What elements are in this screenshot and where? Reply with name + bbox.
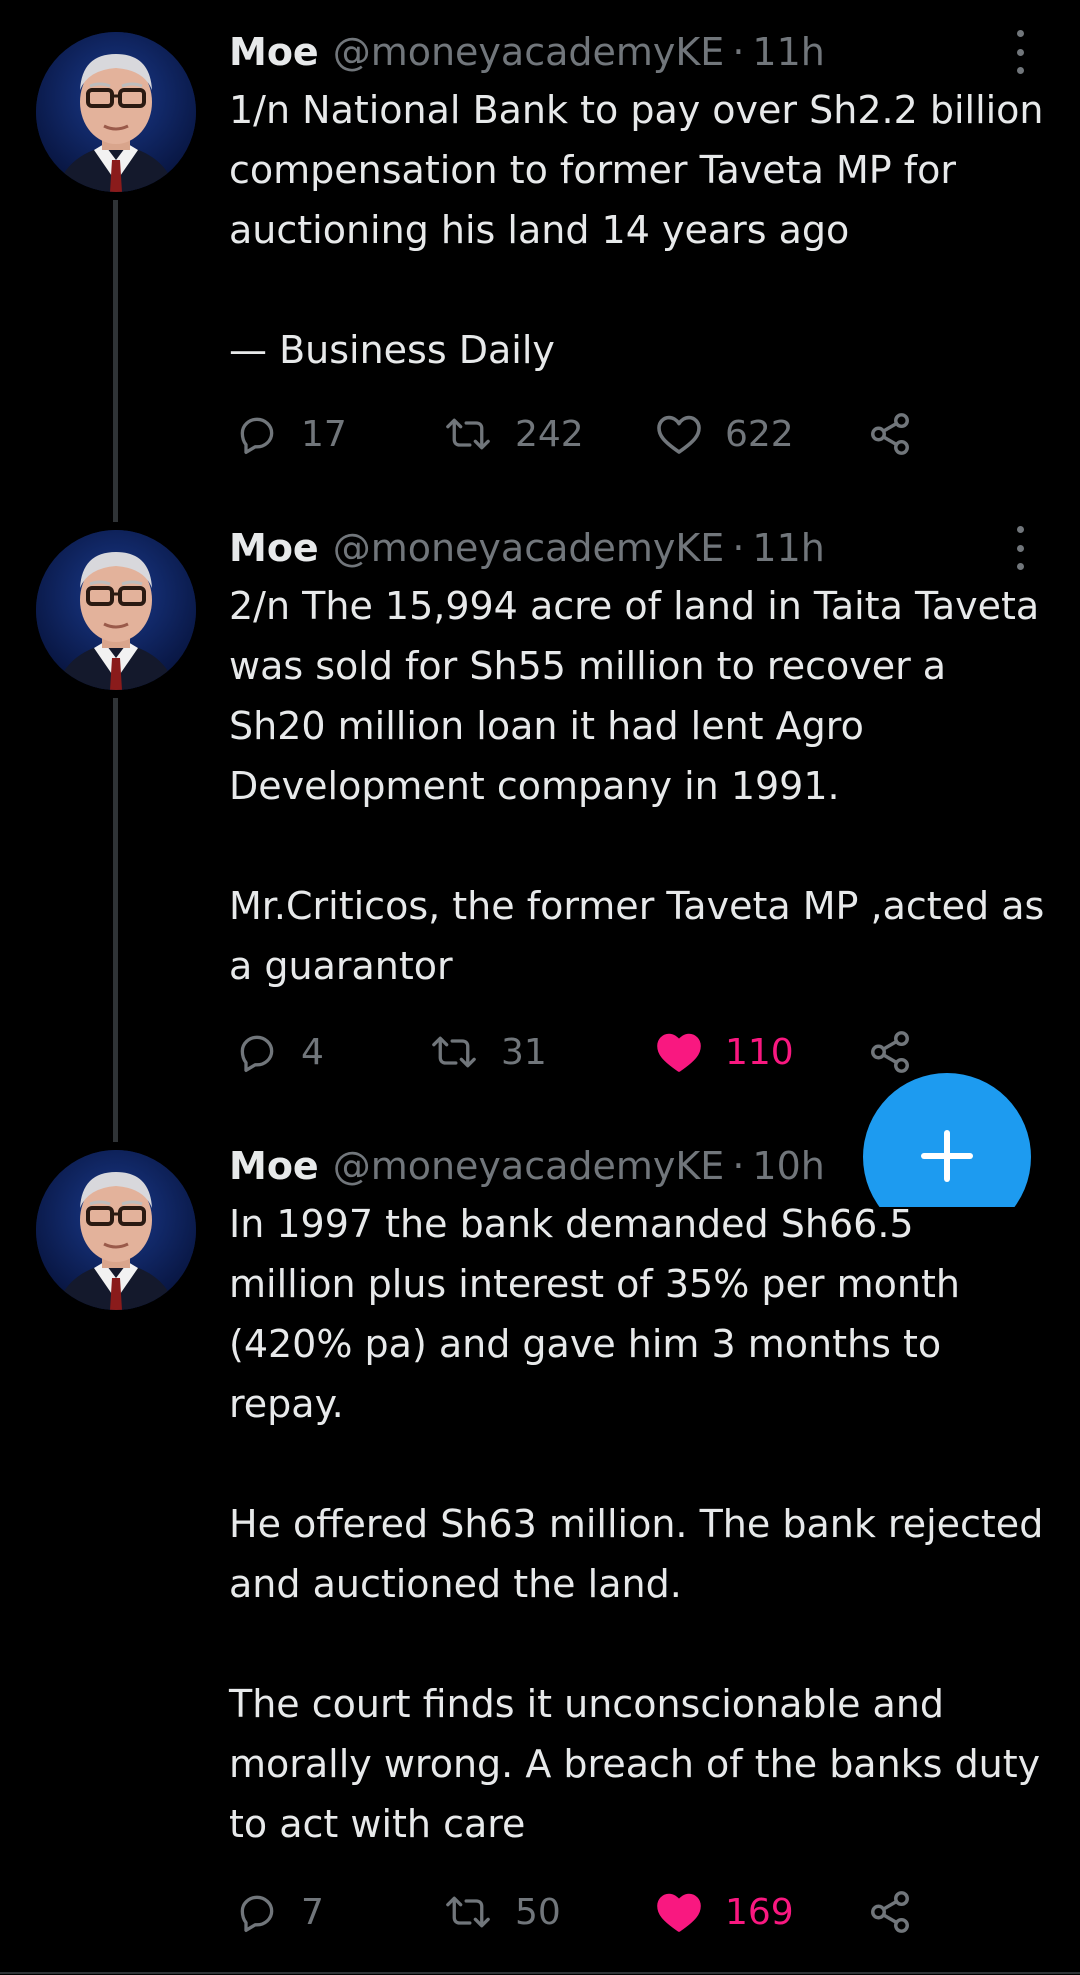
tweet-paragraph: In 1997 the bank demanded Sh66.5 million…: [229, 1202, 960, 1426]
reply-count: 4: [301, 1031, 324, 1073]
share-nodes-icon: [871, 1031, 909, 1073]
separator: ·: [732, 1144, 745, 1188]
like-count: 169: [725, 1891, 794, 1933]
tweet-text: 1/n National Bank to pay over Sh2.2 bill…: [229, 80, 1049, 380]
retweet-arrows-icon: [432, 1036, 476, 1068]
tweet-text: In 1997 the bank demanded Sh66.5 million…: [229, 1194, 1049, 1854]
tweet-text: 2/n The 15,994 acre of land in Taita Tav…: [229, 576, 1049, 996]
share-button[interactable]: [867, 1882, 913, 1942]
heart-icon: [657, 415, 701, 454]
reply-bubble-icon: [240, 1035, 274, 1072]
reply-bubble-icon: [240, 417, 274, 454]
thread-line: [113, 698, 118, 1142]
author-name[interactable]: Moe: [229, 522, 319, 574]
reply-button[interactable]: 17: [235, 404, 347, 464]
plus-icon-stem: [944, 1130, 950, 1182]
tweet-paragraph: 2/n The 15,994 acre of land in Taita Tav…: [229, 584, 1040, 808]
separator: ·: [732, 526, 745, 570]
like-button[interactable]: 622: [655, 404, 794, 464]
like-button[interactable]: 169: [655, 1882, 794, 1942]
tweet-header: Moe @moneyacademyKE · 10h: [229, 1140, 825, 1192]
separator: ·: [732, 30, 745, 74]
retweet-button[interactable]: 50: [443, 1882, 561, 1942]
share-nodes-icon: [871, 413, 909, 455]
retweet-arrows-icon: [446, 1896, 490, 1928]
reply-button[interactable]: 4: [235, 1022, 324, 1082]
tweet-paragraph-spacer: [229, 1614, 1049, 1674]
tweet-paragraph-spacer: [229, 260, 1049, 320]
avatar[interactable]: [36, 32, 196, 192]
thread-line: [113, 200, 118, 522]
retweet-button[interactable]: 242: [443, 404, 584, 464]
reply-button[interactable]: 7: [235, 1882, 324, 1942]
tweet-paragraph: Mr.Criticos, the former Taveta MP ,acted…: [229, 884, 1045, 988]
timestamp[interactable]: 10h: [752, 1140, 824, 1192]
avatar-image: [36, 32, 196, 192]
author-handle[interactable]: @moneyacademyKE: [333, 522, 725, 574]
timestamp[interactable]: 11h: [752, 26, 824, 78]
retweet-count: 242: [515, 413, 584, 455]
avatar[interactable]: [36, 1150, 196, 1310]
reply-count: 17: [301, 413, 347, 455]
author-handle[interactable]: @moneyacademyKE: [333, 1140, 725, 1192]
author-name[interactable]: Moe: [229, 1140, 319, 1192]
share-button[interactable]: [867, 404, 913, 464]
author-handle[interactable]: @moneyacademyKE: [333, 26, 725, 78]
tweet-paragraph-spacer: [229, 816, 1049, 876]
action-bar: 17 242 622: [229, 404, 949, 464]
avatar[interactable]: [36, 530, 196, 690]
action-bar: 4 31 110: [229, 1022, 949, 1082]
tweet-header: Moe @moneyacademyKE · 11h: [229, 26, 825, 78]
tweet-paragraph-spacer: [229, 1434, 1049, 1494]
avatar-image: [36, 1150, 196, 1310]
retweet-count: 50: [515, 1891, 561, 1933]
action-bar: 7 50 169: [229, 1882, 949, 1942]
more-options-icon[interactable]: [1008, 30, 1032, 74]
like-button[interactable]: 110: [655, 1022, 794, 1082]
timestamp[interactable]: 11h: [752, 522, 824, 574]
tweet-paragraph: He offered Sh63 million. The bank reject…: [229, 1502, 1044, 1606]
like-count: 110: [725, 1031, 794, 1073]
heart-icon: [657, 1893, 701, 1932]
retweet-arrows-icon: [446, 418, 490, 450]
share-nodes-icon: [871, 1891, 909, 1933]
heart-icon: [657, 1033, 701, 1072]
tweet-paragraph: The court finds it unconscionable and mo…: [229, 1682, 1041, 1846]
divider: [0, 1972, 1080, 1974]
tweet-paragraph: — Business Daily: [229, 328, 555, 372]
more-options-icon[interactable]: [1008, 526, 1032, 570]
retweet-count: 31: [501, 1031, 547, 1073]
avatar-image: [36, 530, 196, 690]
compose-tweet-button[interactable]: [863, 1073, 1031, 1207]
author-name[interactable]: Moe: [229, 26, 319, 78]
tweet-paragraph: 1/n National Bank to pay over Sh2.2 bill…: [229, 88, 1044, 252]
tweet-header: Moe @moneyacademyKE · 11h: [229, 522, 825, 574]
reply-bubble-icon: [240, 1895, 274, 1932]
like-count: 622: [725, 413, 794, 455]
retweet-button[interactable]: 31: [429, 1022, 547, 1082]
reply-count: 7: [301, 1891, 324, 1933]
